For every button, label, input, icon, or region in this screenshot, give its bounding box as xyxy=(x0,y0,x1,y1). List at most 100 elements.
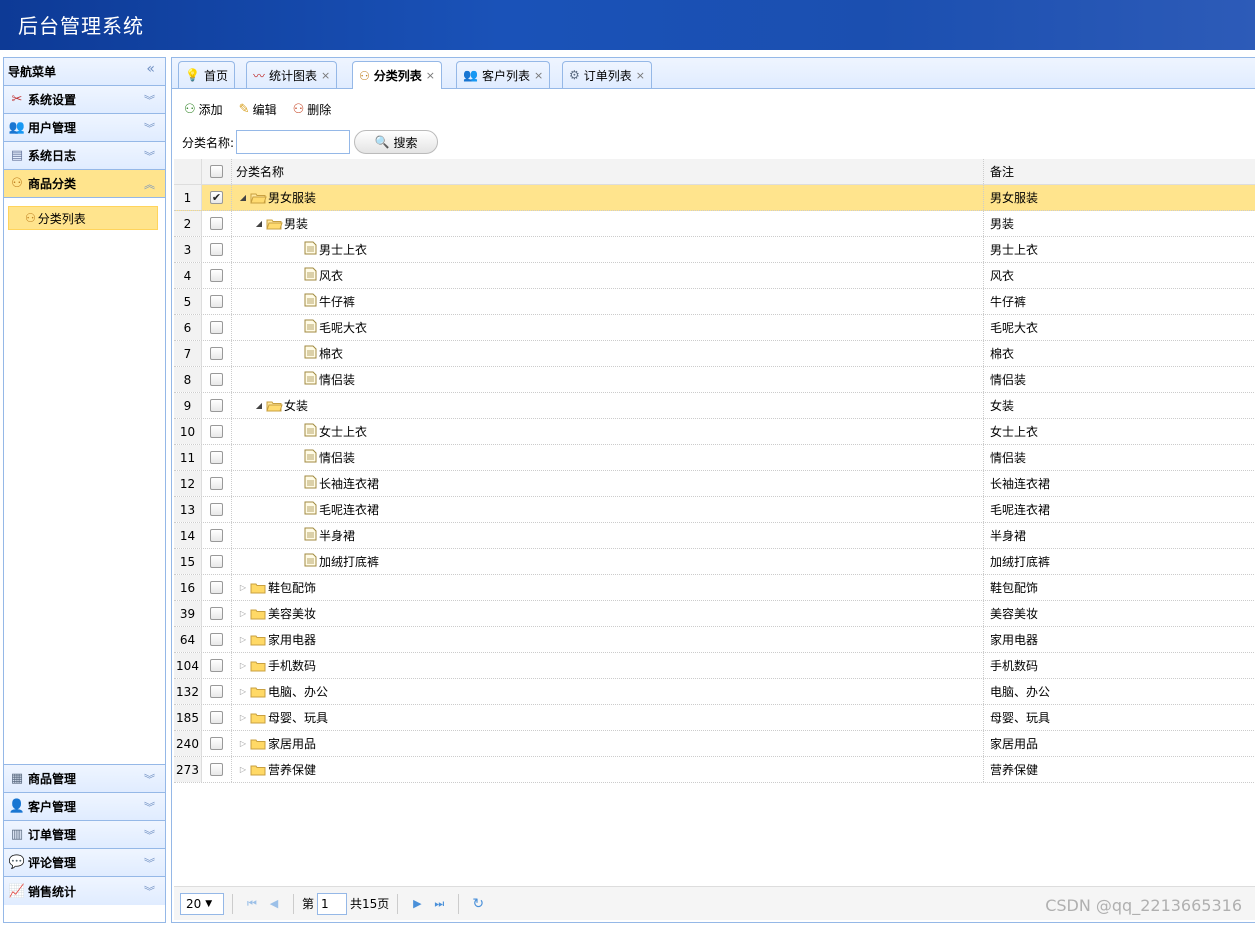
close-icon[interactable]: × xyxy=(321,69,330,82)
expanded-toggle-icon[interactable]: ◢ xyxy=(252,219,266,228)
row-checkbox[interactable] xyxy=(210,763,223,776)
delete-button[interactable]: ⚇ 删除 xyxy=(293,101,332,118)
table-row[interactable]: 10 女士上衣 女士上衣 xyxy=(174,419,1255,445)
category-name-input[interactable] xyxy=(236,130,351,154)
row-checkbox[interactable] xyxy=(210,399,223,412)
add-button[interactable]: ⚇ 添加 xyxy=(184,101,223,118)
sidebar-section-system-log[interactable]: ▤ 系统日志 ︾ xyxy=(4,142,165,170)
row-checkbox[interactable] xyxy=(210,685,223,698)
table-row[interactable]: 8 情侣装 情侣装 xyxy=(174,367,1255,393)
table-row[interactable]: 3 男士上衣 男士上衣 xyxy=(174,237,1255,263)
file-icon xyxy=(304,345,317,362)
sidebar-item-category-list[interactable]: ⚇ 分类列表 xyxy=(8,206,158,230)
table-row[interactable]: 16 ▷ 鞋包配饰 鞋包配饰 xyxy=(174,575,1255,601)
row-checkbox[interactable] xyxy=(210,321,223,334)
column-header-name[interactable]: 分类名称 xyxy=(232,159,984,184)
select-all-checkbox[interactable] xyxy=(210,165,223,178)
close-icon[interactable]: × xyxy=(636,69,645,82)
row-checkbox-cell xyxy=(202,575,232,600)
page-size-value: 20 xyxy=(186,896,202,911)
expanded-toggle-icon[interactable]: ◢ xyxy=(252,401,266,410)
collapsed-toggle-icon[interactable]: ▷ xyxy=(236,765,250,774)
row-checkbox[interactable] xyxy=(210,451,223,464)
row-checkbox[interactable] xyxy=(210,581,223,594)
table-row[interactable]: 1 ✔ ◢ 男女服装 男女服装 xyxy=(174,185,1255,211)
sidebar-section-product-category[interactable]: ⚇ 商品分类 ︽ xyxy=(4,170,165,198)
table-row[interactable]: 7 棉衣 棉衣 xyxy=(174,341,1255,367)
table-row[interactable]: 11 情侣装 情侣装 xyxy=(174,445,1255,471)
first-page-icon[interactable]: ⏮ xyxy=(241,897,263,911)
row-checkbox[interactable] xyxy=(210,347,223,360)
row-checkbox[interactable] xyxy=(210,477,223,490)
row-checkbox[interactable] xyxy=(210,269,223,282)
table-row[interactable]: 104 ▷ 手机数码 手机数码 xyxy=(174,653,1255,679)
collapsed-toggle-icon[interactable]: ▷ xyxy=(236,713,250,722)
close-icon[interactable]: × xyxy=(426,69,435,82)
row-checkbox[interactable] xyxy=(210,607,223,620)
refresh-icon[interactable]: ↻ xyxy=(467,896,489,912)
table-row[interactable]: 14 半身裙 半身裙 xyxy=(174,523,1255,549)
sidebar-section-goods-management[interactable]: ▦ 商品管理 ︾ xyxy=(4,765,165,793)
collapsed-toggle-icon[interactable]: ▷ xyxy=(236,687,250,696)
sidebar-section-sales-stats[interactable]: 📈 销售统计 ︾ xyxy=(4,877,165,905)
row-number: 14 xyxy=(174,523,202,548)
table-row[interactable]: 240 ▷ 家居用品 家居用品 xyxy=(174,731,1255,757)
table-row[interactable]: 39 ▷ 美容美妆 美容美妆 xyxy=(174,601,1255,627)
sidebar-section-comment-management[interactable]: 💬 评论管理 ︾ xyxy=(4,849,165,877)
sidebar-section-system-settings[interactable]: ✂ 系统设置 ︾ xyxy=(4,86,165,114)
table-row[interactable]: 2 ◢ 男装 男装 xyxy=(174,211,1255,237)
folder-icon xyxy=(250,582,267,594)
row-checkbox[interactable] xyxy=(210,711,223,724)
row-checkbox[interactable] xyxy=(210,373,223,386)
sidebar-section-label: 销售统计 xyxy=(28,884,77,899)
row-checkbox[interactable] xyxy=(210,503,223,516)
collapsed-toggle-icon[interactable]: ▷ xyxy=(236,583,250,592)
collapsed-toggle-icon[interactable]: ▷ xyxy=(236,635,250,644)
row-checkbox[interactable] xyxy=(210,243,223,256)
table-row[interactable]: 185 ▷ 母婴、玩具 母婴、玩具 xyxy=(174,705,1255,731)
next-page-icon[interactable]: ▶ xyxy=(406,897,428,910)
table-row[interactable]: 15 加绒打底裤 加绒打底裤 xyxy=(174,549,1255,575)
table-row[interactable]: 9 ◢ 女装 女装 xyxy=(174,393,1255,419)
tab-order-list[interactable]: ⚙ 订单列表 × xyxy=(562,61,652,88)
prev-page-icon[interactable]: ◀ xyxy=(263,897,285,910)
row-checkbox[interactable] xyxy=(210,659,223,672)
table-row[interactable]: 4 风衣 风衣 xyxy=(174,263,1255,289)
close-icon[interactable]: × xyxy=(534,69,543,82)
tab-customer-list[interactable]: 👥 客户列表 × xyxy=(456,61,551,88)
page-size-select[interactable]: 20 ▼ xyxy=(180,892,224,915)
collapsed-toggle-icon[interactable]: ▷ xyxy=(236,739,250,748)
table-row[interactable]: 64 ▷ 家用电器 家用电器 xyxy=(174,627,1255,653)
row-checkbox[interactable] xyxy=(210,555,223,568)
page-number-input[interactable]: 1 xyxy=(317,892,348,915)
sidebar-section-user-management[interactable]: 👥 用户管理 ︾ xyxy=(4,114,165,142)
table-row[interactable]: 13 毛呢连衣裙 毛呢连衣裙 xyxy=(174,497,1255,523)
expanded-toggle-icon[interactable]: ◢ xyxy=(236,193,250,202)
row-checkbox[interactable] xyxy=(210,737,223,750)
row-checkbox[interactable] xyxy=(210,529,223,542)
table-row[interactable]: 6 毛呢大衣 毛呢大衣 xyxy=(174,315,1255,341)
table-row[interactable]: 12 长袖连衣裙 长袖连衣裙 xyxy=(174,471,1255,497)
collapse-sidebar-icon[interactable]: « xyxy=(146,61,155,77)
sidebar-section-order-management[interactable]: ▥ 订单管理 ︾ xyxy=(4,821,165,849)
tab-statistics-chart[interactable]: 〰 统计图表 × xyxy=(246,61,338,88)
pagination-bar: 20 ▼ ⏮ ◀ 第 1 共15页 ▶ ⏭ ↻ CSDN @qq_2213665… xyxy=(174,886,1255,920)
table-row[interactable]: 132 ▷ 电脑、办公 电脑、办公 xyxy=(174,679,1255,705)
table-row[interactable]: 5 牛仔裤 牛仔裤 xyxy=(174,289,1255,315)
last-page-icon[interactable]: ⏭ xyxy=(428,897,450,911)
row-checkbox[interactable] xyxy=(210,425,223,438)
search-button[interactable]: 🔍 搜索 xyxy=(354,130,439,154)
column-header-note[interactable]: 备注 xyxy=(984,159,1255,184)
row-checkbox[interactable]: ✔ xyxy=(210,191,223,204)
tab-category-list[interactable]: ⚇ 分类列表 × xyxy=(352,61,442,89)
collapsed-toggle-icon[interactable]: ▷ xyxy=(236,661,250,670)
edit-button[interactable]: ✎ 编辑 xyxy=(239,101,277,118)
tab-label: 客户列表 xyxy=(481,68,530,83)
sidebar-section-customer-management[interactable]: 👤 客户管理 ︾ xyxy=(4,793,165,821)
tab-home[interactable]: 💡 首页 xyxy=(178,61,235,88)
row-checkbox[interactable] xyxy=(210,295,223,308)
row-checkbox[interactable] xyxy=(210,633,223,646)
collapsed-toggle-icon[interactable]: ▷ xyxy=(236,609,250,618)
table-row[interactable]: 273 ▷ 营养保健 营养保健 xyxy=(174,757,1255,783)
row-checkbox[interactable] xyxy=(210,217,223,230)
